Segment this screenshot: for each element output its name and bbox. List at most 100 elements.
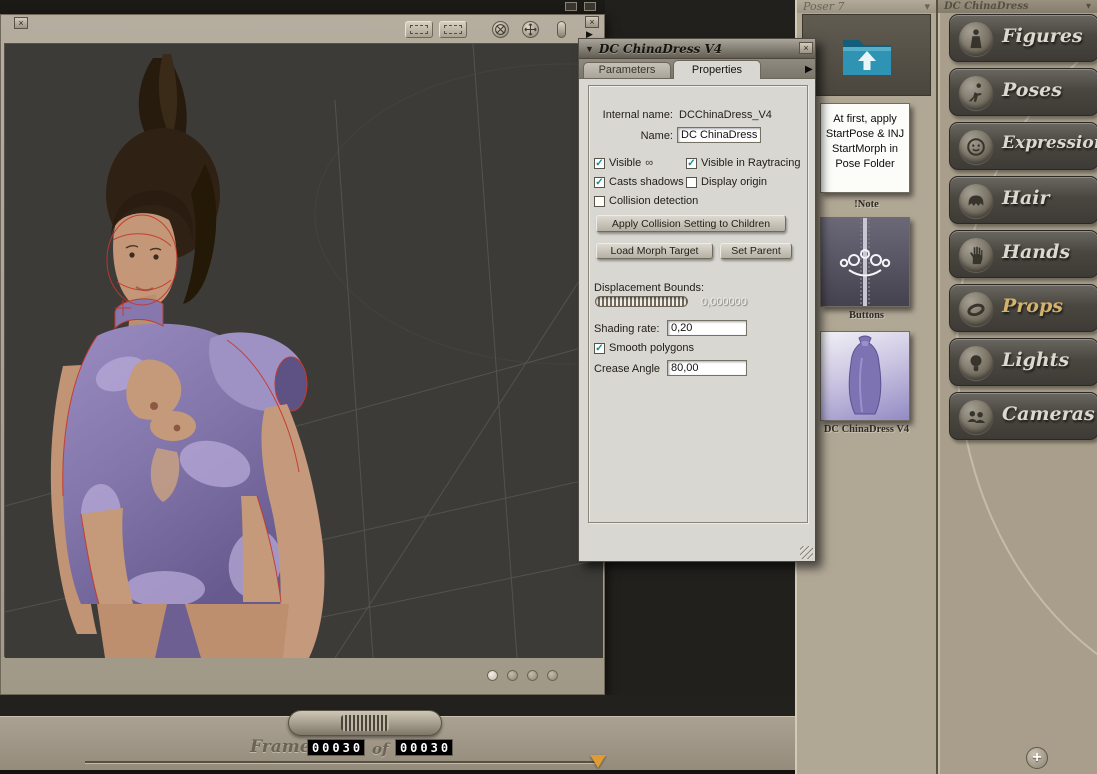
load-morph-target-button[interactable]: Load Morph Target [596, 243, 713, 259]
titlebar-mini-icon[interactable] [584, 2, 596, 11]
timeline-bottom-edge [0, 770, 795, 774]
camera-orbit-icon[interactable] [492, 21, 509, 38]
checkbox-box[interactable]: ✓ [594, 176, 605, 188]
view-dot[interactable] [507, 670, 518, 681]
tab-overflow-icon[interactable]: ▶ [805, 64, 813, 75]
internal-name-label: Internal name: [602, 109, 673, 121]
titlebar-mini-icon[interactable] [565, 2, 577, 11]
viewport-3d[interactable] [4, 43, 816, 659]
camera-flyaround-icon[interactable] [439, 21, 467, 38]
properties-panel-header[interactable]: ▼ DC ChinaDress V4 [579, 39, 815, 59]
view-dot[interactable] [487, 670, 498, 681]
sidebar-item-label: Cameras [1002, 403, 1095, 425]
library-item-chinadress[interactable] [820, 331, 910, 421]
resize-grip[interactable] [800, 546, 813, 559]
name-input[interactable] [677, 127, 761, 143]
library-item-label: Buttons [848, 310, 884, 321]
figure-icon [959, 22, 993, 56]
tab-parameters[interactable]: Parameters [583, 62, 671, 78]
crease-angle-label: Crease Angle [594, 363, 661, 375]
view-dot[interactable] [547, 670, 558, 681]
checkbox-label: Collision detection [609, 195, 699, 207]
sidebar-item-label: Lights [1002, 349, 1070, 371]
of-label: of [372, 740, 389, 758]
sidebar-item-label: Expression [1002, 133, 1097, 153]
scene-render [4, 43, 816, 659]
checkbox-box[interactable]: ✓ [686, 157, 697, 169]
visible-raytracing-checkbox[interactable]: ✓ Visible in Raytracing [686, 157, 800, 169]
wig-icon [959, 184, 993, 218]
apply-collision-button[interactable]: Apply Collision Setting to Children [596, 215, 786, 232]
library-item-note[interactable]: At first, apply StartPose & INJ StartMor… [820, 103, 910, 193]
checkbox-label: Smooth polygons [609, 342, 694, 354]
visible-checkbox[interactable]: ✓ Visible ∞ [594, 157, 653, 169]
library-dropdown-right[interactable]: DC ChinaDress ▾ [938, 0, 1097, 13]
chevron-down-icon: ▾ [1085, 1, 1091, 12]
library-item-label: DC ChinaDress V4 [823, 424, 910, 435]
checkbox-label: Visible in Raytracing [701, 157, 801, 169]
display-origin-checkbox[interactable]: Display origin [686, 176, 767, 188]
buttons-thumbnail-art [839, 218, 891, 306]
sidebar-item-poses[interactable]: Poses [949, 68, 1097, 116]
note-text: At first, apply StartPose & INJ StartMor… [825, 113, 905, 170]
knob-ridges [341, 715, 389, 731]
sidebar-item-props[interactable]: Props [949, 284, 1097, 332]
ring-icon [959, 292, 993, 326]
current-frame-counter[interactable]: 00030 [307, 739, 365, 756]
sidebar-item-figures[interactable]: Figures [949, 14, 1097, 62]
sidebar-item-label: Props [1002, 295, 1063, 317]
folder-up-button[interactable] [802, 14, 931, 96]
sidebar-item-expression[interactable]: Expression [949, 122, 1097, 170]
visible-link-icon: ∞ [645, 157, 654, 169]
camera-dolly-icon[interactable] [557, 21, 566, 38]
library-dropdown-label: DC ChinaDress [944, 1, 1029, 12]
sidebar-item-label: Figures [1002, 25, 1083, 47]
checkbox-label: Display origin [701, 176, 768, 188]
set-parent-button[interactable]: Set Parent [720, 243, 792, 259]
lightbulb-icon [959, 346, 993, 380]
window-close-icon[interactable]: × [585, 16, 599, 28]
panel-title: DC ChinaDress V4 [598, 41, 723, 56]
shading-rate-input[interactable] [667, 320, 747, 336]
crease-angle-input[interactable] [667, 360, 747, 376]
hand-icon [959, 238, 993, 272]
collapse-triangle-icon[interactable]: ▼ [585, 44, 594, 54]
casts-shadows-checkbox[interactable]: ✓ Casts shadows [594, 176, 684, 188]
library-item-buttons[interactable] [820, 217, 910, 307]
sidebar-item-label: Hair [1002, 187, 1050, 209]
checkbox-box[interactable]: ✓ [594, 342, 605, 354]
timeline-position-marker[interactable] [590, 755, 606, 768]
checkbox-box[interactable] [686, 176, 697, 188]
sidebar-item-hair[interactable]: Hair [949, 176, 1097, 224]
timeline-knob[interactable] [288, 710, 442, 736]
displacement-bounds-label: Displacement Bounds: [594, 282, 705, 294]
checkbox-box[interactable] [594, 195, 605, 207]
sidebar-item-hands[interactable]: Hands [949, 230, 1097, 278]
library-dropdown-left[interactable]: Poser 7 ▾ [797, 0, 936, 13]
total-frame-counter[interactable]: 00030 [395, 739, 453, 756]
panel-close-icon[interactable]: × [799, 42, 813, 54]
timeline-track[interactable] [85, 761, 600, 763]
properties-panel: ▼ DC ChinaDress V4 × Parameters Properti… [578, 38, 816, 562]
tab-properties[interactable]: Properties [673, 60, 761, 79]
view-dot[interactable] [527, 670, 538, 681]
panel-close-icon[interactable]: × [14, 17, 28, 29]
internal-name-value: DCChinaDress_V4 [679, 109, 772, 121]
sidebar-item-lights[interactable]: Lights [949, 338, 1097, 386]
add-button[interactable]: + [1026, 747, 1048, 769]
library-dropdown-label: Poser 7 [803, 0, 845, 13]
checkbox-box[interactable]: ✓ [594, 157, 605, 169]
smooth-polygons-checkbox[interactable]: ✓ Smooth polygons [594, 342, 694, 354]
folder-up-icon [842, 40, 891, 75]
shading-rate-label: Shading rate: [594, 323, 660, 335]
camera-pan-icon[interactable] [522, 21, 539, 38]
camera-preset-icon[interactable] [405, 21, 433, 38]
displacement-bounds-dial[interactable] [595, 296, 688, 307]
category-sidebar: DC ChinaDress ▾ Figures Poses Expression [936, 0, 1097, 774]
camera-group-icon [959, 400, 993, 434]
sidebar-item-cameras[interactable]: Cameras [949, 392, 1097, 440]
runner-icon [959, 76, 993, 110]
checkbox-label: Casts shadows [609, 176, 684, 188]
name-label: Name: [640, 130, 673, 142]
collision-detection-checkbox[interactable]: Collision detection [594, 195, 698, 207]
